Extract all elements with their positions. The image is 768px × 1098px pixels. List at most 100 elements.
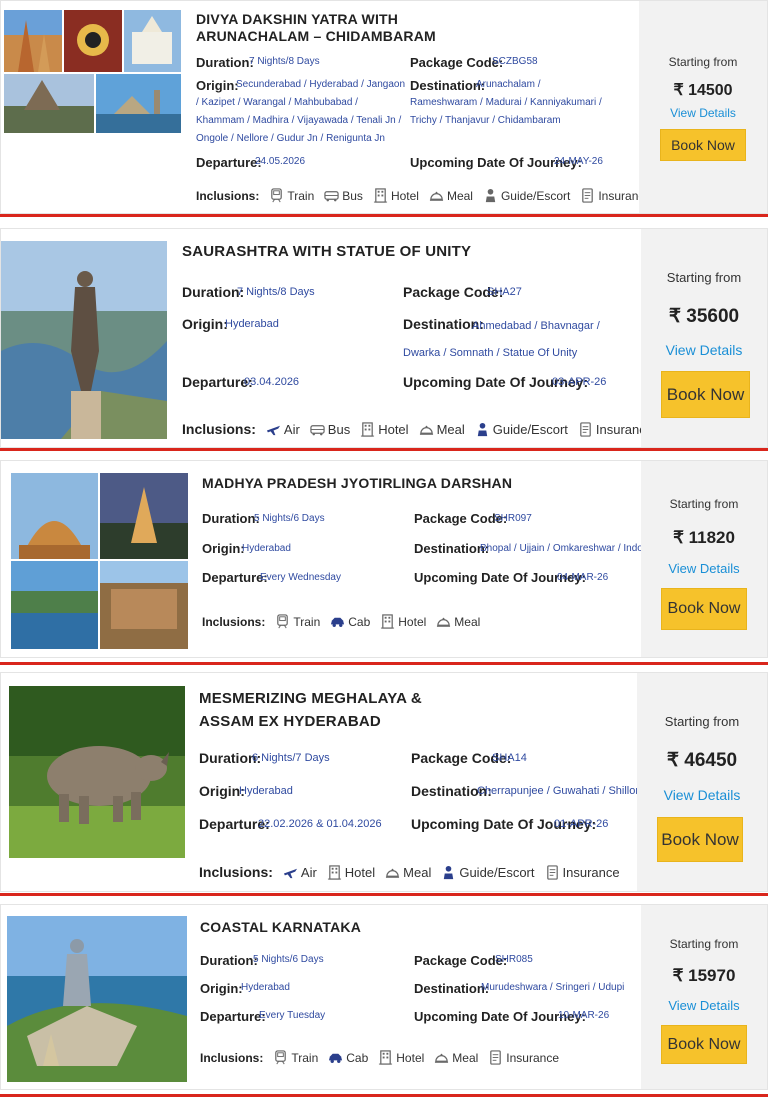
package-image[interactable]	[1, 241, 167, 439]
inclusion-guide: Guide/Escort	[441, 865, 535, 880]
inclusion-meal: Meal	[419, 422, 465, 437]
meal-icon	[419, 425, 433, 435]
inclusions-row: Inclusions: Train Bus Hotel Meal Guide/E…	[196, 188, 661, 203]
package-card: COASTAL KARNATAKA Duration: 5 Nights/6 D…	[0, 904, 768, 1090]
book-now-button[interactable]: Book Now	[661, 371, 750, 418]
duration-label: Duration:	[200, 953, 258, 968]
upcoming-value: 01-APR-26	[554, 818, 609, 830]
package-card: SAURASHTRA WITH STATUE OF UNITY Duration…	[0, 228, 768, 448]
air-icon	[266, 425, 280, 435]
meal-icon	[437, 617, 451, 627]
air-icon	[283, 868, 297, 878]
package-image-collage[interactable]	[11, 473, 188, 649]
destination-value: Ahmedabad / Bhavnagar / Dwarka / Somnath…	[403, 320, 600, 359]
cab-icon	[331, 617, 345, 627]
package-code-value: SHA14	[492, 752, 527, 764]
starting-from-label: Starting from	[669, 497, 739, 511]
inclusion-meal: Meal	[436, 614, 480, 629]
package-title[interactable]: SAURASHTRA WITH STATUE OF UNITY	[182, 243, 602, 260]
meal-icon	[429, 191, 444, 201]
duration-value: 6 Nights/7 Days	[252, 752, 330, 764]
inclusion-train: Train	[273, 1050, 318, 1065]
origin-value: Hyderabad	[225, 318, 279, 330]
hotel-icon	[381, 614, 395, 629]
package-title[interactable]: COASTAL KARNATAKA	[200, 919, 500, 936]
price-panel: Starting from ₹ 35600 View Details Book …	[641, 229, 767, 447]
view-details-link[interactable]: View Details	[639, 106, 767, 120]
bus-icon	[310, 424, 325, 435]
inclusion-bus: Bus	[310, 422, 350, 437]
view-details-link[interactable]: View Details	[641, 998, 767, 1013]
train-icon	[271, 188, 283, 203]
origin-label: Origin:	[182, 316, 228, 332]
book-now-button[interactable]: Book Now	[657, 817, 743, 862]
starting-from-label: Starting from	[669, 937, 739, 951]
hotel-icon	[373, 188, 387, 203]
departure-value: Every Wednesday	[260, 572, 341, 583]
package-card: MESMERIZING MEGHALAYA & ASSAM EX HYDERAB…	[0, 672, 768, 892]
guide-icon	[485, 188, 496, 203]
inclusion-hotel: Hotel	[380, 614, 426, 629]
origin-value: Hyderabad	[242, 543, 291, 554]
inclusion-insurance: Insurance	[545, 865, 620, 880]
view-details-link[interactable]: View Details	[641, 342, 767, 358]
inclusions-label: Inclusions:	[200, 1050, 264, 1065]
package-code-value: SHA27	[487, 286, 522, 298]
origin-value: Secunderabad / Hyderabad / Jangaon / Kaz…	[196, 79, 406, 144]
upcoming-value: 04-MAR-26	[557, 572, 609, 583]
destination-label: Destination:	[414, 541, 490, 556]
inclusion-hotel: Hotel	[378, 1050, 424, 1065]
package-card: MADHYA PRADESH JYOTIRLINGA DARSHAN Durat…	[0, 460, 768, 658]
departure-value: 24.05.2026	[255, 156, 306, 167]
inclusion-air: Air	[266, 422, 300, 437]
price-panel: Starting from ₹ 11820 View Details Book …	[641, 461, 767, 657]
package-title[interactable]: MADHYA PRADESH JYOTIRLINGA DARSHAN	[202, 475, 622, 492]
hotel-icon	[379, 1050, 393, 1065]
package-image[interactable]	[7, 916, 187, 1082]
book-now-button[interactable]: Book Now	[661, 588, 747, 630]
package-title[interactable]: DIVYA DAKSHIN YATRA WITH ARUNACHALAM – C…	[196, 11, 496, 45]
book-now-button[interactable]: Book Now	[660, 129, 746, 161]
duration-value: 7 Nights/8 Days	[249, 56, 320, 67]
package-code-label: Package Code:	[414, 953, 508, 968]
package-price: ₹ 35600	[668, 306, 740, 327]
departure-value: 03.04.2026	[244, 376, 300, 388]
duration-label: Duration:	[202, 511, 260, 526]
origin-value: Hyderabad	[239, 785, 293, 797]
inclusion-meal: Meal	[385, 865, 431, 880]
inclusion-cab: Cab	[328, 1050, 368, 1065]
guide-icon	[477, 422, 487, 436]
package-card: DIVYA DAKSHIN YATRA WITH ARUNACHALAM – C…	[0, 0, 768, 214]
price-panel: Starting from ₹ 46450 View Details Book …	[637, 673, 767, 891]
inclusion-air: Air	[283, 865, 317, 880]
view-details-link[interactable]: View Details	[641, 561, 767, 576]
inclusion-insurance: Insurance	[488, 1050, 559, 1065]
train-icon	[275, 1050, 287, 1065]
package-code-value: SHR085	[495, 954, 533, 965]
upcoming-value: 10-MAR-26	[558, 1010, 610, 1021]
book-now-button[interactable]: Book Now	[661, 1025, 747, 1064]
inclusion-train: Train	[275, 614, 320, 629]
origin-label: Origin:	[199, 783, 245, 799]
destination-value: Murudeshwara / Sringeri / Udupi	[481, 982, 625, 993]
origin-value: Hyderabad	[241, 982, 290, 993]
inclusions-label: Inclusions:	[202, 614, 266, 629]
departure-label: Departure:	[196, 155, 262, 170]
destination-value: Bhopal / Ujjain / Omkareshwar / Indore	[480, 543, 652, 554]
bus-icon	[324, 191, 339, 202]
card-divider	[0, 893, 768, 896]
inclusion-guide: Guide/Escort	[475, 422, 568, 437]
insurance-icon	[490, 1050, 502, 1065]
starting-from-label: Starting from	[664, 714, 740, 729]
package-title[interactable]: MESMERIZING MEGHALAYA & ASSAM EX HYDERAB…	[199, 687, 439, 733]
price-panel: Starting from ₹ 14500 View Details Book …	[639, 1, 767, 213]
package-image-collage[interactable]	[4, 10, 181, 133]
package-image[interactable]	[9, 686, 185, 858]
view-details-link[interactable]: View Details	[637, 787, 767, 803]
destination-value: Cherrapunjee / Guwahati / Shillong	[477, 785, 648, 797]
inclusion-hotel: Hotel	[360, 422, 409, 437]
departure-value: Every Tuesday	[259, 1010, 326, 1021]
card-divider	[0, 448, 768, 451]
train-icon	[277, 614, 289, 629]
insurance-icon	[580, 421, 591, 437]
